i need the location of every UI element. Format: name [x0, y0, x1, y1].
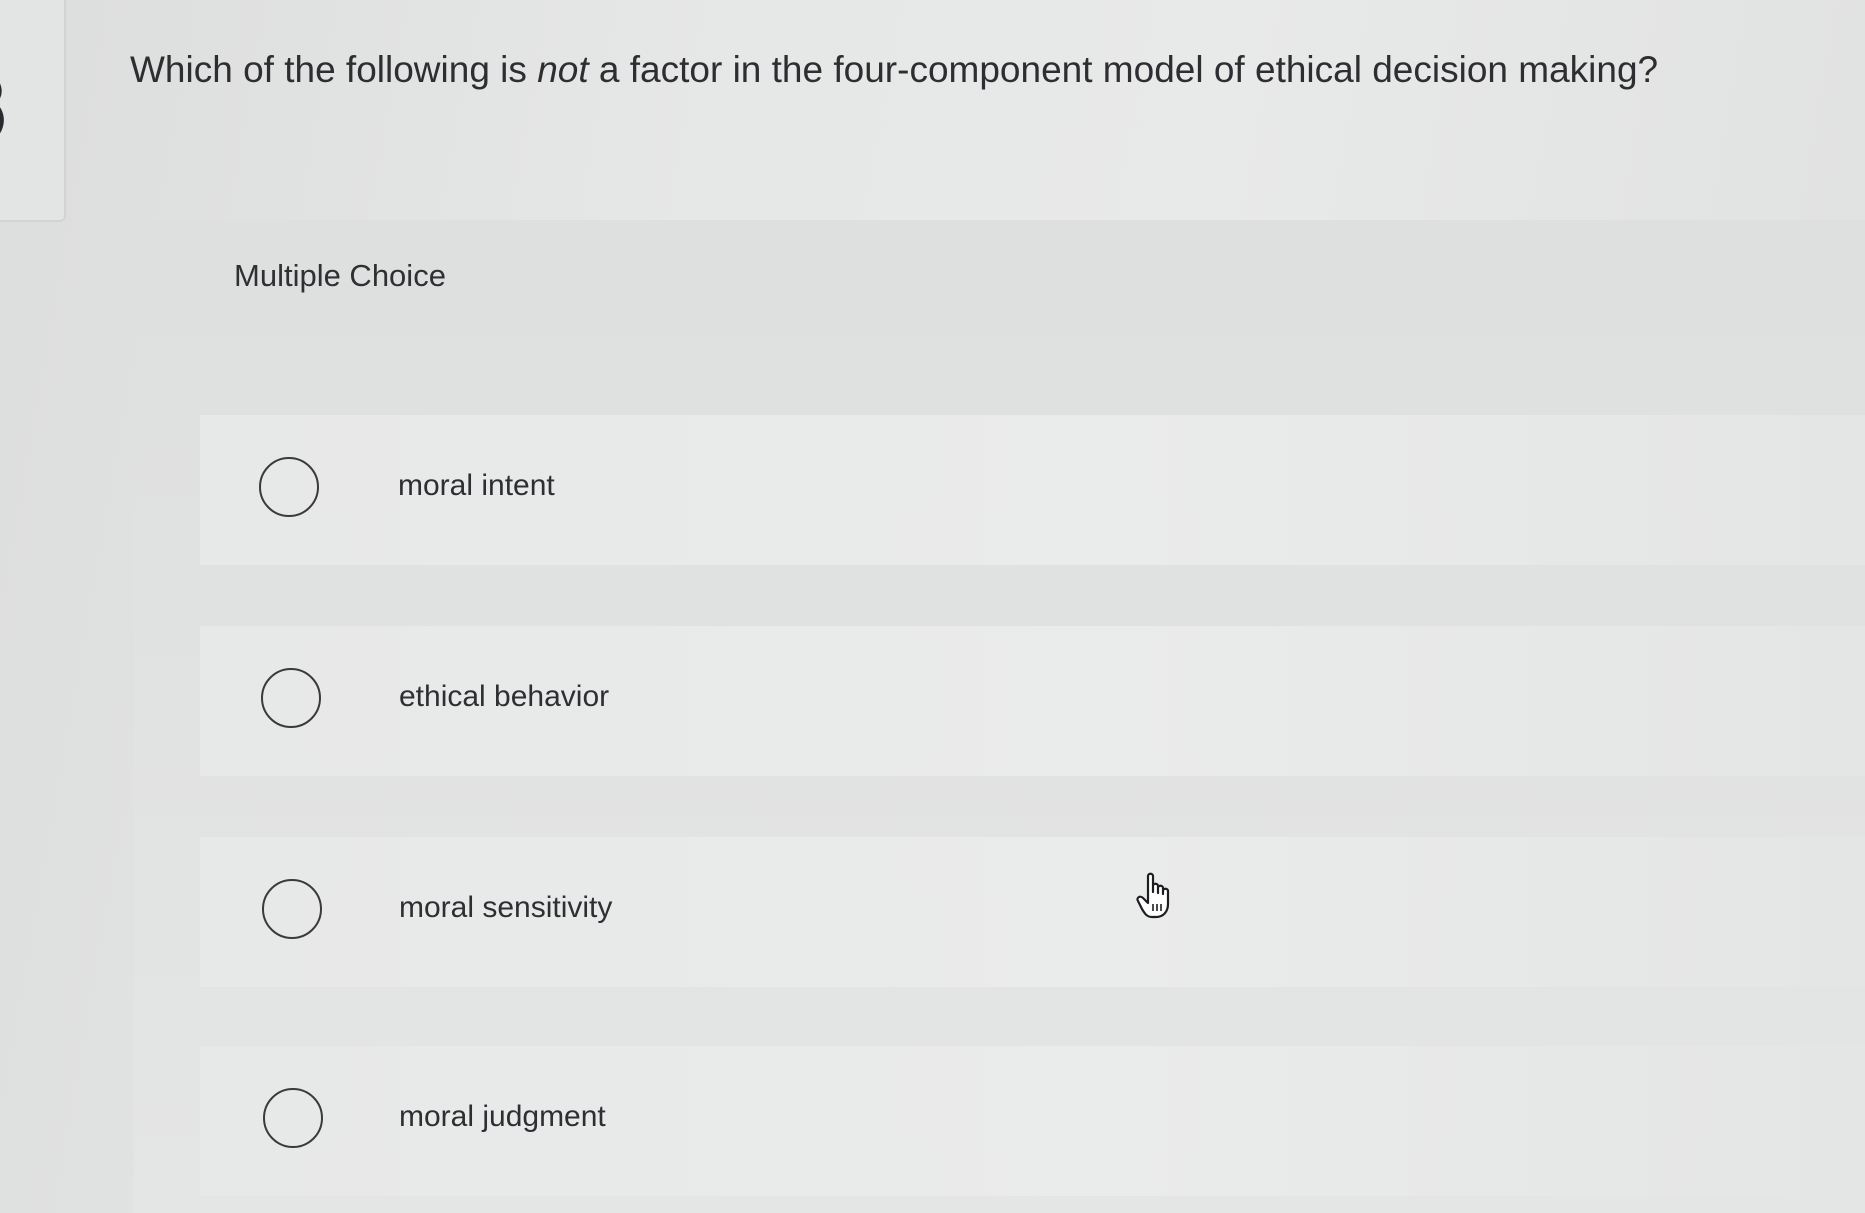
- radio-circle-icon[interactable]: [262, 879, 322, 939]
- question-number-marker: [0, 83, 4, 134]
- question-emphasis: not: [537, 49, 589, 90]
- multiple-choice-heading: Multiple Choice: [234, 258, 446, 293]
- choice-label: moral sensitivity: [399, 891, 613, 924]
- question-text: Which of the following is not a factor i…: [130, 44, 1658, 96]
- radio-circle-icon[interactable]: [259, 457, 319, 517]
- radio-circle-icon[interactable]: [261, 668, 321, 728]
- choice-option[interactable]: moral intent: [200, 415, 1600, 565]
- hand-pointer-icon: [1136, 872, 1170, 919]
- choice-option[interactable]: moral judgment: [200, 1046, 1600, 1196]
- radio-circle-icon[interactable]: [263, 1088, 323, 1148]
- choice-label: moral intent: [398, 469, 555, 502]
- choice-option[interactable]: moral sensitivity: [200, 837, 1600, 987]
- choice-option[interactable]: ethical behavior: [200, 626, 1600, 776]
- question-suffix: a factor in the four-component model of …: [588, 49, 1659, 90]
- choice-label: ethical behavior: [399, 680, 610, 713]
- question-prefix: Which of the following is: [130, 49, 538, 90]
- choice-label: moral judgment: [399, 1100, 606, 1133]
